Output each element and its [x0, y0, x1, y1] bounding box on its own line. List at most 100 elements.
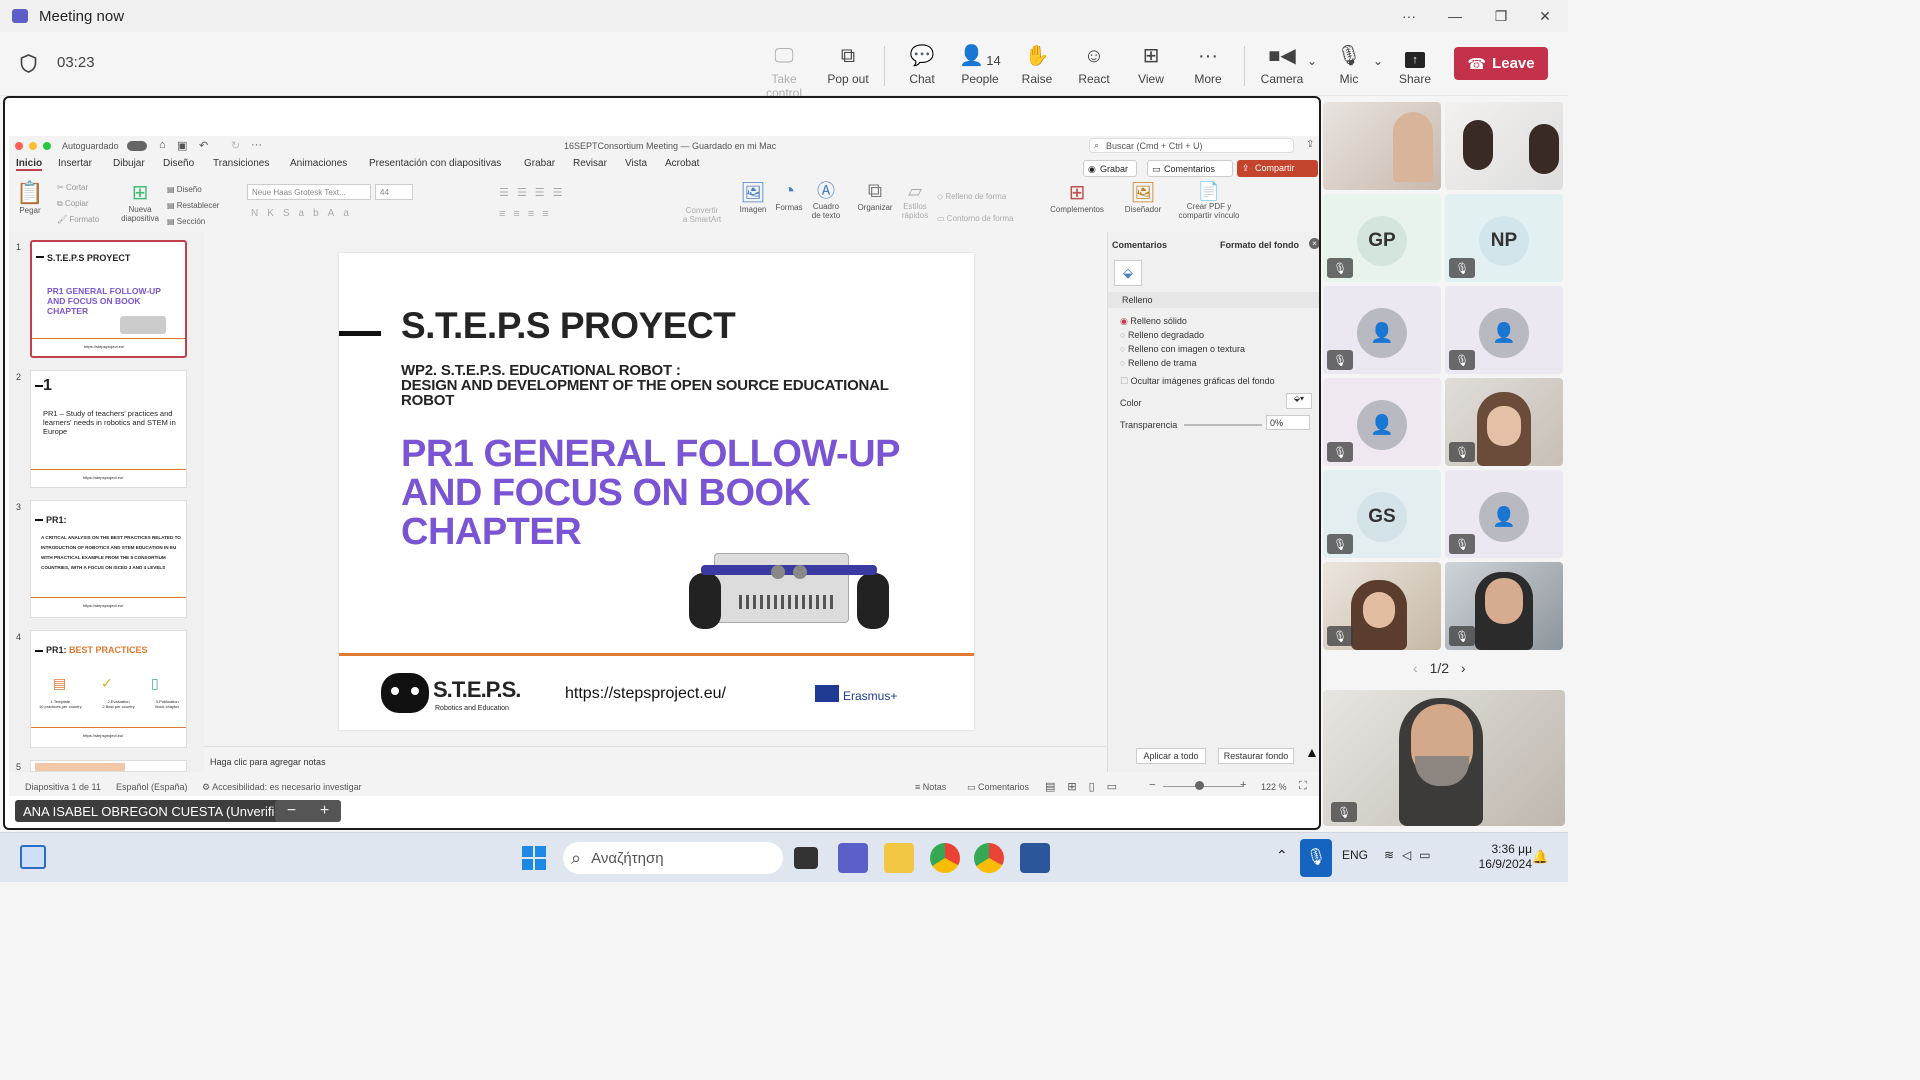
comments-button[interactable]: ▭ Comentarios [1147, 160, 1233, 177]
reset-background-button[interactable]: Restaurar fondo [1218, 748, 1294, 764]
share-link-icon[interactable]: ⇪ [1306, 139, 1314, 150]
new-slide-button[interactable]: ⊞ Nueva diapositiva [117, 180, 163, 223]
fit-slide-icon[interactable]: ⛶ [1299, 780, 1307, 793]
share-button[interactable]: ↑ Share [1387, 42, 1443, 90]
search-box[interactable]: Buscar (Cmd + Ctrl + U) [1089, 138, 1294, 153]
pattern-fill-radio[interactable]: ○ Relleno de trama [1120, 356, 1275, 370]
react-button[interactable]: ☺ React [1066, 42, 1122, 90]
participant-tile-gp[interactable]: GP 🎙 [1323, 194, 1441, 282]
mac-zoom-button[interactable] [43, 142, 51, 150]
paragraph-buttons[interactable]: ☰☰☰☰ [499, 186, 570, 199]
font-style-buttons[interactable]: NKSabAa [251, 208, 358, 219]
mac-close-button[interactable] [15, 142, 23, 150]
gradient-fill-radio[interactable]: ○ Relleno degradado [1120, 328, 1275, 342]
participant-tile-anon-4[interactable]: 👤 🎙 [1445, 470, 1563, 558]
chrome-profile-icon[interactable] [974, 843, 1004, 873]
participant-tile-anon-3[interactable]: 👤 🎙 [1323, 378, 1441, 466]
start-button[interactable] [522, 846, 546, 870]
participant-tile-video-5[interactable]: 🎙 [1445, 562, 1563, 650]
zoom-slider-thumb[interactable] [1195, 781, 1204, 790]
tab-insertar[interactable]: Insertar [58, 158, 92, 169]
color-picker[interactable]: ⬙▾ [1286, 393, 1312, 409]
raise-hand-button[interactable]: ✋ Raise [1009, 42, 1065, 90]
language-status[interactable]: Español (España) [116, 782, 188, 792]
zoom-out-button[interactable]: − [1149, 779, 1155, 791]
chrome-icon[interactable] [930, 843, 960, 873]
chevron-up-icon[interactable]: ⌃ [1276, 847, 1288, 864]
file-explorer-icon[interactable] [884, 843, 914, 873]
zoom-in-button[interactable]: + [1240, 779, 1246, 791]
comments-toggle[interactable]: ▭ Comentarios [967, 782, 1029, 793]
hide-graphics-checkbox[interactable]: ☐ Ocultar imágenes gráficas del fondo [1120, 374, 1275, 388]
tab-vista[interactable]: Vista [625, 158, 647, 169]
tab-grabar[interactable]: Grabar [524, 158, 555, 169]
record-button[interactable]: ◉ Grabar [1083, 160, 1137, 177]
image-button[interactable]: 🖼 Imagen [737, 180, 769, 214]
autosave-toggle[interactable] [127, 141, 147, 151]
arrange-button[interactable]: ⧉ Organizar [855, 180, 895, 212]
notes-area[interactable]: Haga clic para agregar notas [204, 746, 1106, 776]
participant-tile-video-3[interactable]: 🎙 [1445, 378, 1563, 466]
participant-tile-anon-2[interactable]: 👤 🎙 [1445, 286, 1563, 374]
tab-format-background[interactable]: Formato del fondo [1220, 240, 1299, 250]
designer-button[interactable]: 🖼 Diseñador [1121, 180, 1165, 214]
fill-bucket-icon[interactable]: ⬙ [1114, 260, 1142, 286]
addins-button[interactable]: ⊞ Complementos [1049, 180, 1105, 214]
accessibility-status[interactable]: ⚙ Accesibilidad: es necesario investigar [202, 782, 362, 793]
minimize-button[interactable]: — [1432, 0, 1478, 32]
previous-page-icon[interactable]: ‹ [1413, 660, 1418, 676]
input-language[interactable]: ENG [1342, 848, 1368, 862]
tab-revisar[interactable]: Revisar [573, 158, 607, 169]
cut-button[interactable]: ✂ Cortar [57, 180, 99, 196]
picture-fill-radio[interactable]: ○ Relleno con imagen o textura [1120, 342, 1275, 356]
apply-all-button[interactable]: Aplicar a todo [1136, 748, 1206, 764]
chat-button[interactable]: 💬 Chat [894, 42, 950, 90]
textbox-button[interactable]: Ⓐ Cuadro de texto [809, 180, 843, 220]
restore-button[interactable]: ❐ [1478, 0, 1524, 32]
tab-animaciones[interactable]: Animaciones [290, 158, 347, 169]
participant-tile-np[interactable]: NP 🎙 [1445, 194, 1563, 282]
more-button[interactable]: ··· More [1180, 42, 1236, 90]
paste-button[interactable]: 📋 Pegar [15, 180, 45, 215]
teams-taskbar-icon[interactable] [838, 843, 868, 873]
participant-tile-video-2[interactable] [1445, 102, 1563, 190]
share-ppt-button[interactable]: ⇪ Compartir [1237, 160, 1318, 177]
font-size-select[interactable]: 44 [375, 184, 413, 200]
participant-tile-video-1[interactable] [1323, 102, 1441, 190]
reset-button[interactable]: ▤ Restablecer [167, 198, 219, 214]
mac-minimize-button[interactable] [29, 142, 37, 150]
zoom-out-shared-button[interactable]: − [275, 800, 308, 822]
leave-button[interactable]: ☎ Leave [1454, 47, 1548, 80]
close-pane-icon[interactable]: × [1309, 238, 1319, 249]
tab-inicio[interactable]: Inicio [16, 158, 43, 171]
slide-thumbnail-5[interactable] [30, 760, 187, 772]
copy-button[interactable]: ⧉ Copiar [57, 196, 99, 212]
transparency-input[interactable]: 0% [1266, 415, 1310, 430]
participant-tile-gs[interactable]: GS 🎙 [1323, 470, 1441, 558]
convert-smartart-button[interactable]: Convertir a SmartArt [677, 206, 727, 224]
fill-section-header[interactable]: Relleno [1108, 292, 1319, 308]
more-options-icon[interactable]: ··· [1386, 0, 1432, 32]
format-painter-button[interactable]: 🖌 Formato [57, 212, 99, 228]
people-button[interactable]: 👤 14 People [952, 42, 1008, 90]
layout-button[interactable]: ▤ Diseño [167, 182, 219, 198]
tab-transiciones[interactable]: Transiciones [213, 158, 269, 169]
word-icon[interactable] [1020, 843, 1050, 873]
more-icon[interactable]: ··· [251, 139, 262, 151]
shape-fill-button[interactable]: ◇ Relleno de forma [937, 186, 1013, 208]
slide-thumbnail-2[interactable]: 1 PR1 – Study of teachers' practices and… [30, 370, 187, 488]
pop-out-button[interactable]: ⧉ Pop out [820, 42, 876, 90]
slide-thumbnail-3[interactable]: PR1: A CRITICAL ANALYSIS ON THE BEST PRA… [30, 500, 187, 618]
notification-bell-icon[interactable]: 🔔 [1532, 849, 1548, 865]
microphone-in-use-icon[interactable]: 🎙 [1300, 839, 1332, 877]
slide-thumbnail-4[interactable]: PR1: BEST PRACTICES ▤ ✓ ▯ 1.Template 10 p… [30, 630, 187, 748]
shapes-button[interactable]: ◔ Formas [773, 180, 805, 212]
notes-toggle[interactable]: ≡ Notas [915, 782, 946, 792]
slide-canvas[interactable]: S.T.E.P.S PROYECT WP2. S.T.E.P.S. EDUCAT… [339, 253, 974, 730]
self-view-tile[interactable]: 🎙 [1323, 690, 1565, 826]
zoom-in-shared-button[interactable]: + [308, 800, 341, 822]
save-icon[interactable]: ▣ [177, 139, 187, 152]
redo-icon[interactable]: ↻ [231, 139, 240, 152]
solid-fill-radio[interactable]: ◉ Relleno sólido [1120, 314, 1275, 328]
font-name-select[interactable]: Neue Haas Grotesk Text... [247, 184, 371, 200]
